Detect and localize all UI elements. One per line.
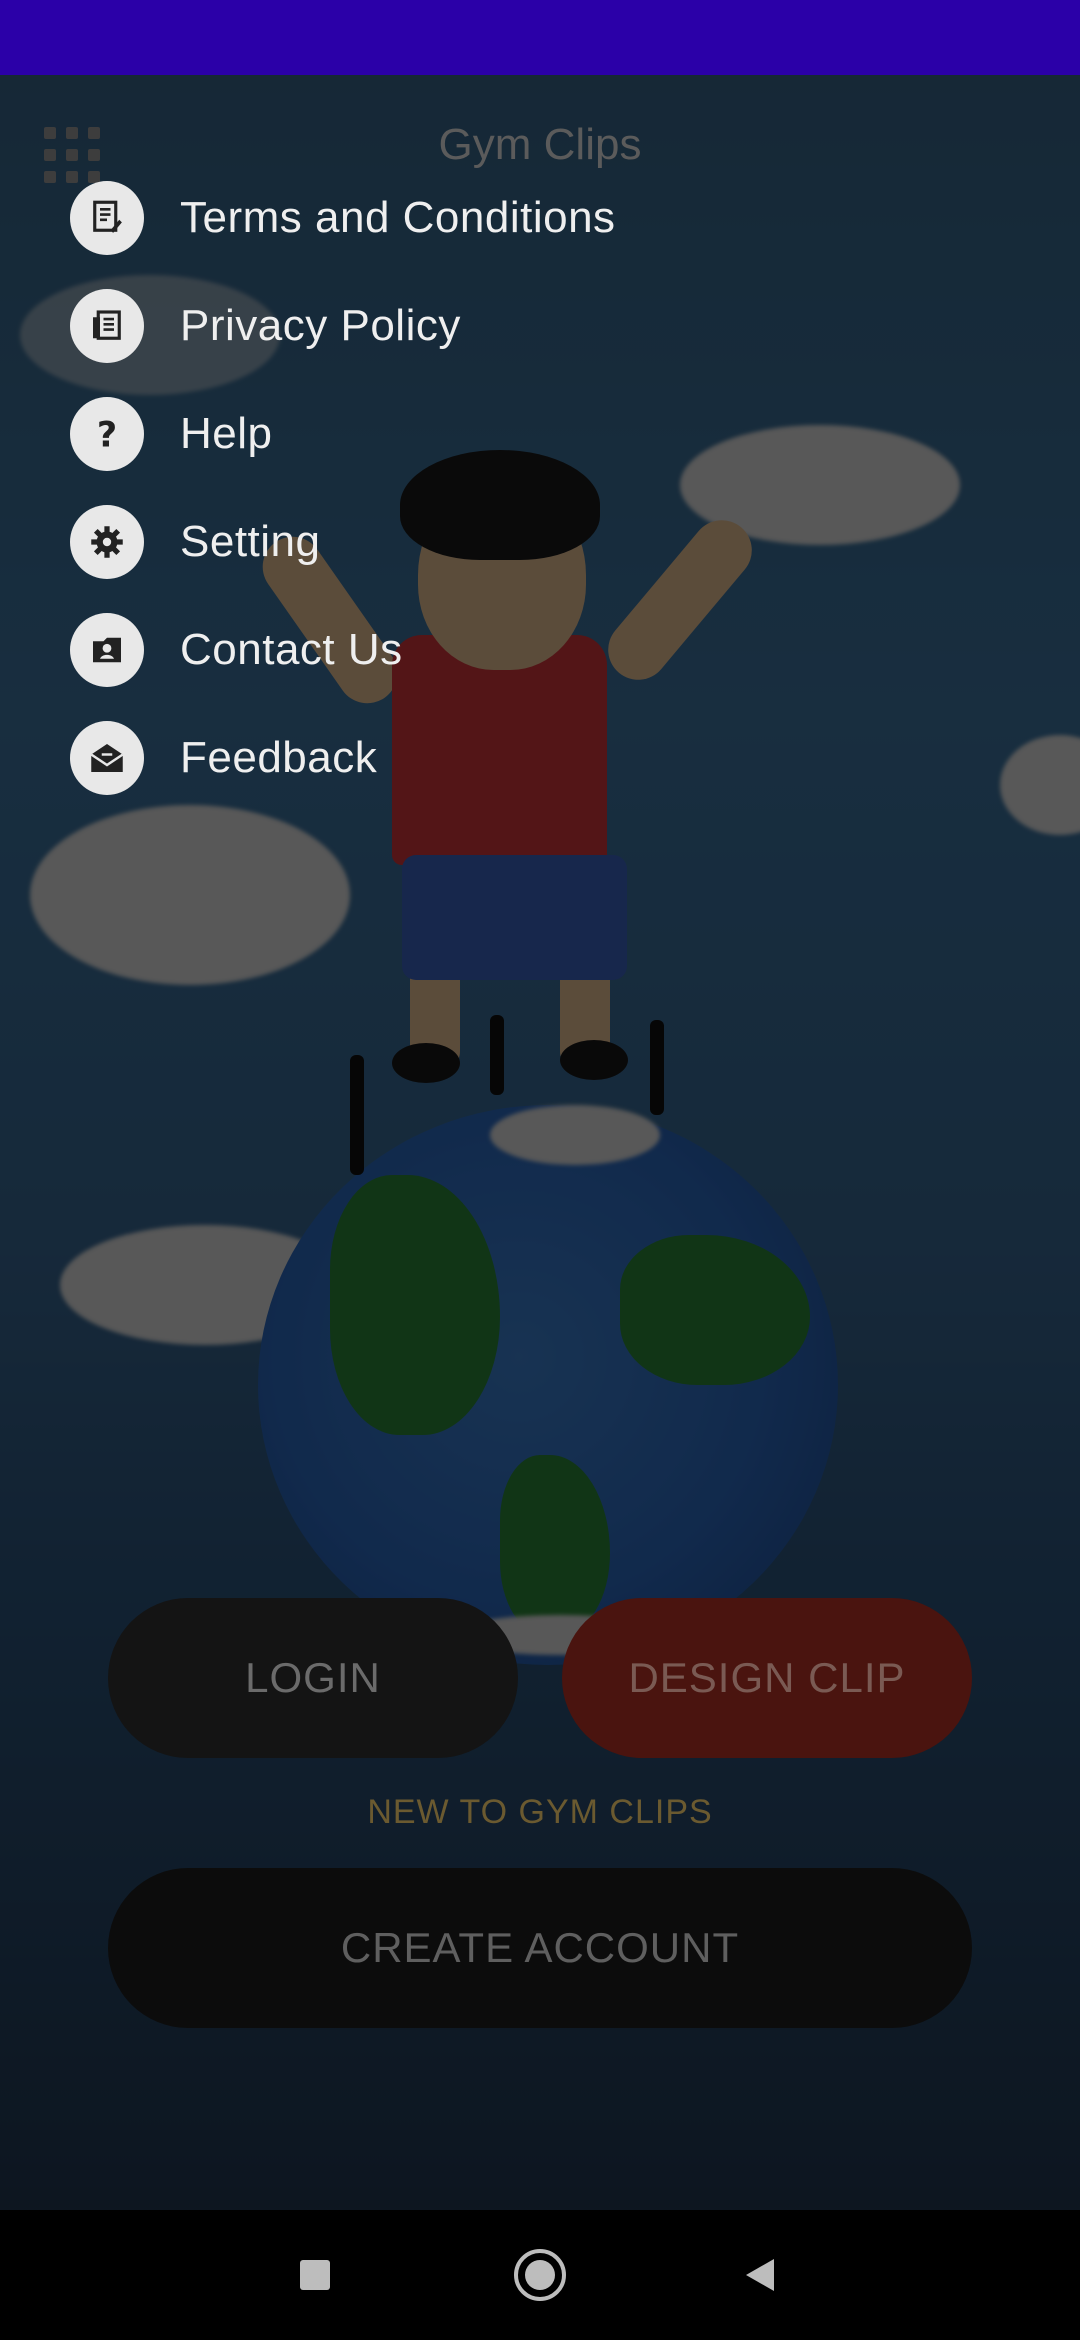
home-circle-icon[interactable]	[505, 2240, 575, 2310]
system-navigation-bar	[0, 2210, 1080, 2340]
drawer-item-help[interactable]: ? Help	[70, 396, 273, 472]
drawer-item-label: Contact Us	[180, 625, 403, 674]
design-clip-button[interactable]: DESIGN CLIP	[562, 1598, 972, 1758]
drawer-item-label: Terms and Conditions	[180, 193, 616, 242]
status-bar	[0, 0, 1080, 75]
terms-icon	[70, 181, 144, 255]
drawer-item-setting[interactable]: Setting	[70, 504, 320, 580]
contact-icon	[70, 613, 144, 687]
drawer-item-label: Privacy Policy	[180, 301, 461, 350]
privacy-icon	[70, 289, 144, 363]
recents-square-icon[interactable]	[280, 2240, 350, 2310]
drawer-item-label: Help	[180, 409, 273, 458]
drawer-item-privacy[interactable]: Privacy Policy	[70, 288, 461, 364]
feedback-icon	[70, 721, 144, 795]
drawer-item-contact[interactable]: Contact Us	[70, 612, 403, 688]
login-button[interactable]: LOGIN	[108, 1598, 518, 1758]
app-title: Gym Clips	[438, 120, 642, 169]
help-icon: ?	[70, 397, 144, 471]
svg-text:?: ?	[97, 415, 117, 455]
new-to-gym-clips-text: NEW TO GYM CLIPS	[367, 1793, 713, 1831]
create-account-button[interactable]: CREATE ACCOUNT	[108, 1868, 972, 2028]
drawer-item-terms[interactable]: Terms and Conditions	[70, 180, 616, 256]
drawer-item-label: Feedback	[180, 733, 378, 782]
drawer-item-feedback[interactable]: Feedback	[70, 720, 377, 796]
drawer-item-label: Setting	[180, 517, 321, 566]
gear-icon	[70, 505, 144, 579]
back-triangle-icon[interactable]	[725, 2240, 795, 2310]
